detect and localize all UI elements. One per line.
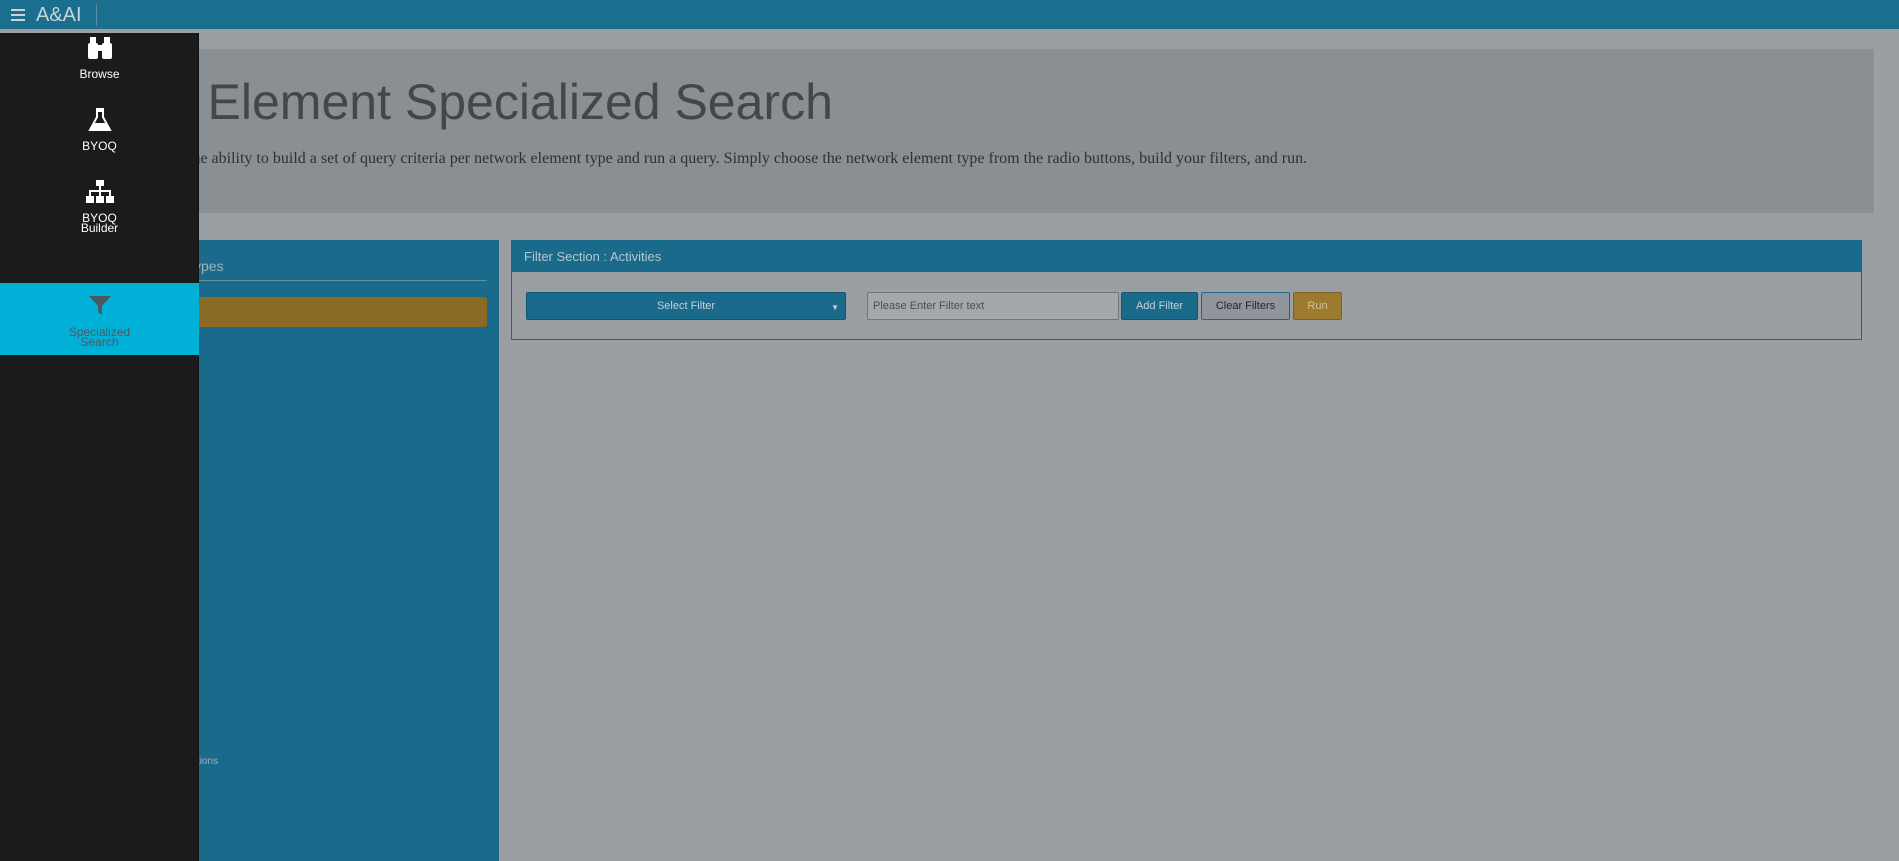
side-nav: Browse BYOQ BYOQ Builder Specialized Sea… (0, 33, 199, 861)
divider (164, 280, 487, 281)
select-filter-dropdown[interactable]: Select Filter ▼ (526, 292, 846, 320)
nav-item-content: Specialized Search (0, 291, 199, 349)
page-description: the ability to build a set of query crit… (188, 150, 1308, 167)
app-title[interactable]: A&AI (36, 3, 97, 26)
nav-label-search: Search (80, 335, 119, 349)
filter-section: Filter Section : Activities Select Filte… (511, 240, 1862, 340)
add-filter-button[interactable]: Add Filter (1121, 292, 1198, 320)
caret-down-icon: ▼ (831, 303, 839, 312)
top-bar: A&AI (0, 0, 1899, 29)
nav-item-byoq[interactable]: BYOQ (0, 105, 199, 153)
filter-icon (88, 291, 112, 321)
select-filter-label: Select Filter (656, 300, 716, 312)
hamburger-icon[interactable] (0, 0, 36, 29)
selected-element-type[interactable] (164, 297, 487, 327)
page-title: rk Element Specialized Search (152, 74, 833, 130)
sitemap-icon (85, 177, 115, 207)
clear-filters-button[interactable]: Clear Filters (1201, 292, 1290, 320)
binoculars-icon (87, 33, 113, 63)
run-button[interactable]: Run (1293, 292, 1342, 320)
filter-text-input[interactable] (867, 292, 1119, 320)
nav-label-builder: Builder (80, 221, 119, 235)
nav-item-specialized-search[interactable]: Specialized Search (0, 283, 199, 355)
filter-section-header: Filter Section : Activities (512, 241, 1861, 272)
flask-icon (87, 105, 112, 135)
element-types-panel (164, 240, 499, 861)
nav-item-byoq-builder[interactable]: BYOQ Builder (0, 177, 199, 235)
nav-label-byoq: BYOQ (82, 139, 117, 153)
nav-label-browse: Browse (79, 67, 120, 81)
nav-item-browse[interactable]: Browse (0, 33, 199, 81)
